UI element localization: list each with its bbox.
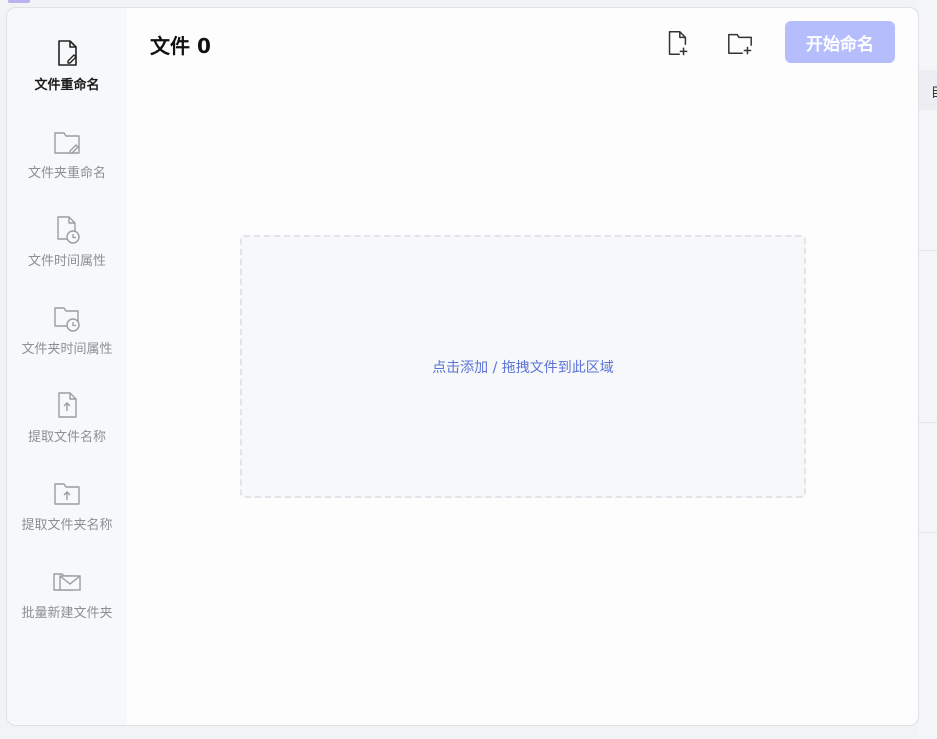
file-clock-icon: [57, 216, 80, 244]
sidebar-item-folder-time[interactable]: 文件夹时间属性: [7, 302, 127, 374]
sidebar: 文件重命名 文件夹重命名 文件时间属性 文件夹时间属性 提取文件名称 提取文件夹…: [7, 8, 127, 725]
sidebar-item-file-rename[interactable]: 文件重命名: [7, 38, 127, 110]
sidebar-item-label: 提取文件夹名称: [21, 518, 113, 533]
sidebar-item-label: 文件重命名: [34, 78, 100, 93]
folder-edit-icon: [54, 132, 80, 154]
sidebar-item-file-time[interactable]: 文件时间属性: [7, 214, 127, 286]
file-dropzone[interactable]: 点击添加 / 拖拽文件到此区域: [240, 235, 806, 498]
sidebar-item-label: 文件夹时间属性: [21, 342, 113, 357]
sidebar-item-label: 文件夹重命名: [27, 166, 106, 181]
folder-plus-icon: [728, 33, 752, 55]
add-folder-button[interactable]: [725, 28, 755, 58]
page-title: 文件 0: [150, 34, 211, 58]
sidebar-item-batch-new-folder[interactable]: 批量新建文件夹: [7, 566, 127, 638]
sidebar-item-label: 文件时间属性: [27, 254, 106, 269]
start-rename-button[interactable]: 开始命名: [785, 21, 895, 63]
file-edit-icon: [58, 40, 77, 66]
sidebar-item-extract-file-names[interactable]: 提取文件名称: [7, 390, 127, 462]
rename-dialog: 文件重命名 文件夹重命名 文件时间属性 文件夹时间属性 提取文件名称 提取文件夹…: [6, 7, 919, 726]
app-logo-edge: [8, 0, 30, 3]
sidebar-item-label: 批量新建文件夹: [21, 606, 113, 621]
file-plus-icon: [668, 31, 688, 56]
background-column-header: 目: [919, 70, 937, 110]
folder-clock-icon: [54, 307, 80, 332]
background-row-divider: [919, 532, 937, 533]
file-upload-icon: [58, 392, 77, 418]
folder-mail-icon: [53, 573, 81, 591]
background-row-divider: [919, 422, 937, 423]
background-table: 目: [919, 0, 937, 739]
folder-upload-icon: [54, 483, 80, 505]
add-file-button[interactable]: [662, 28, 692, 58]
background-row-divider: [919, 250, 937, 251]
sidebar-item-label: 提取文件名称: [27, 430, 106, 445]
sidebar-item-extract-folder-names[interactable]: 提取文件夹名称: [7, 478, 127, 550]
sidebar-item-folder-rename[interactable]: 文件夹重命名: [7, 126, 127, 198]
dropzone-text: 点击添加 / 拖拽文件到此区域: [432, 359, 614, 376]
main-panel: 文件 0 开始命名 点击添加 / 拖拽文件到此区域: [127, 8, 918, 725]
background-column-header-text: 目: [931, 82, 937, 101]
